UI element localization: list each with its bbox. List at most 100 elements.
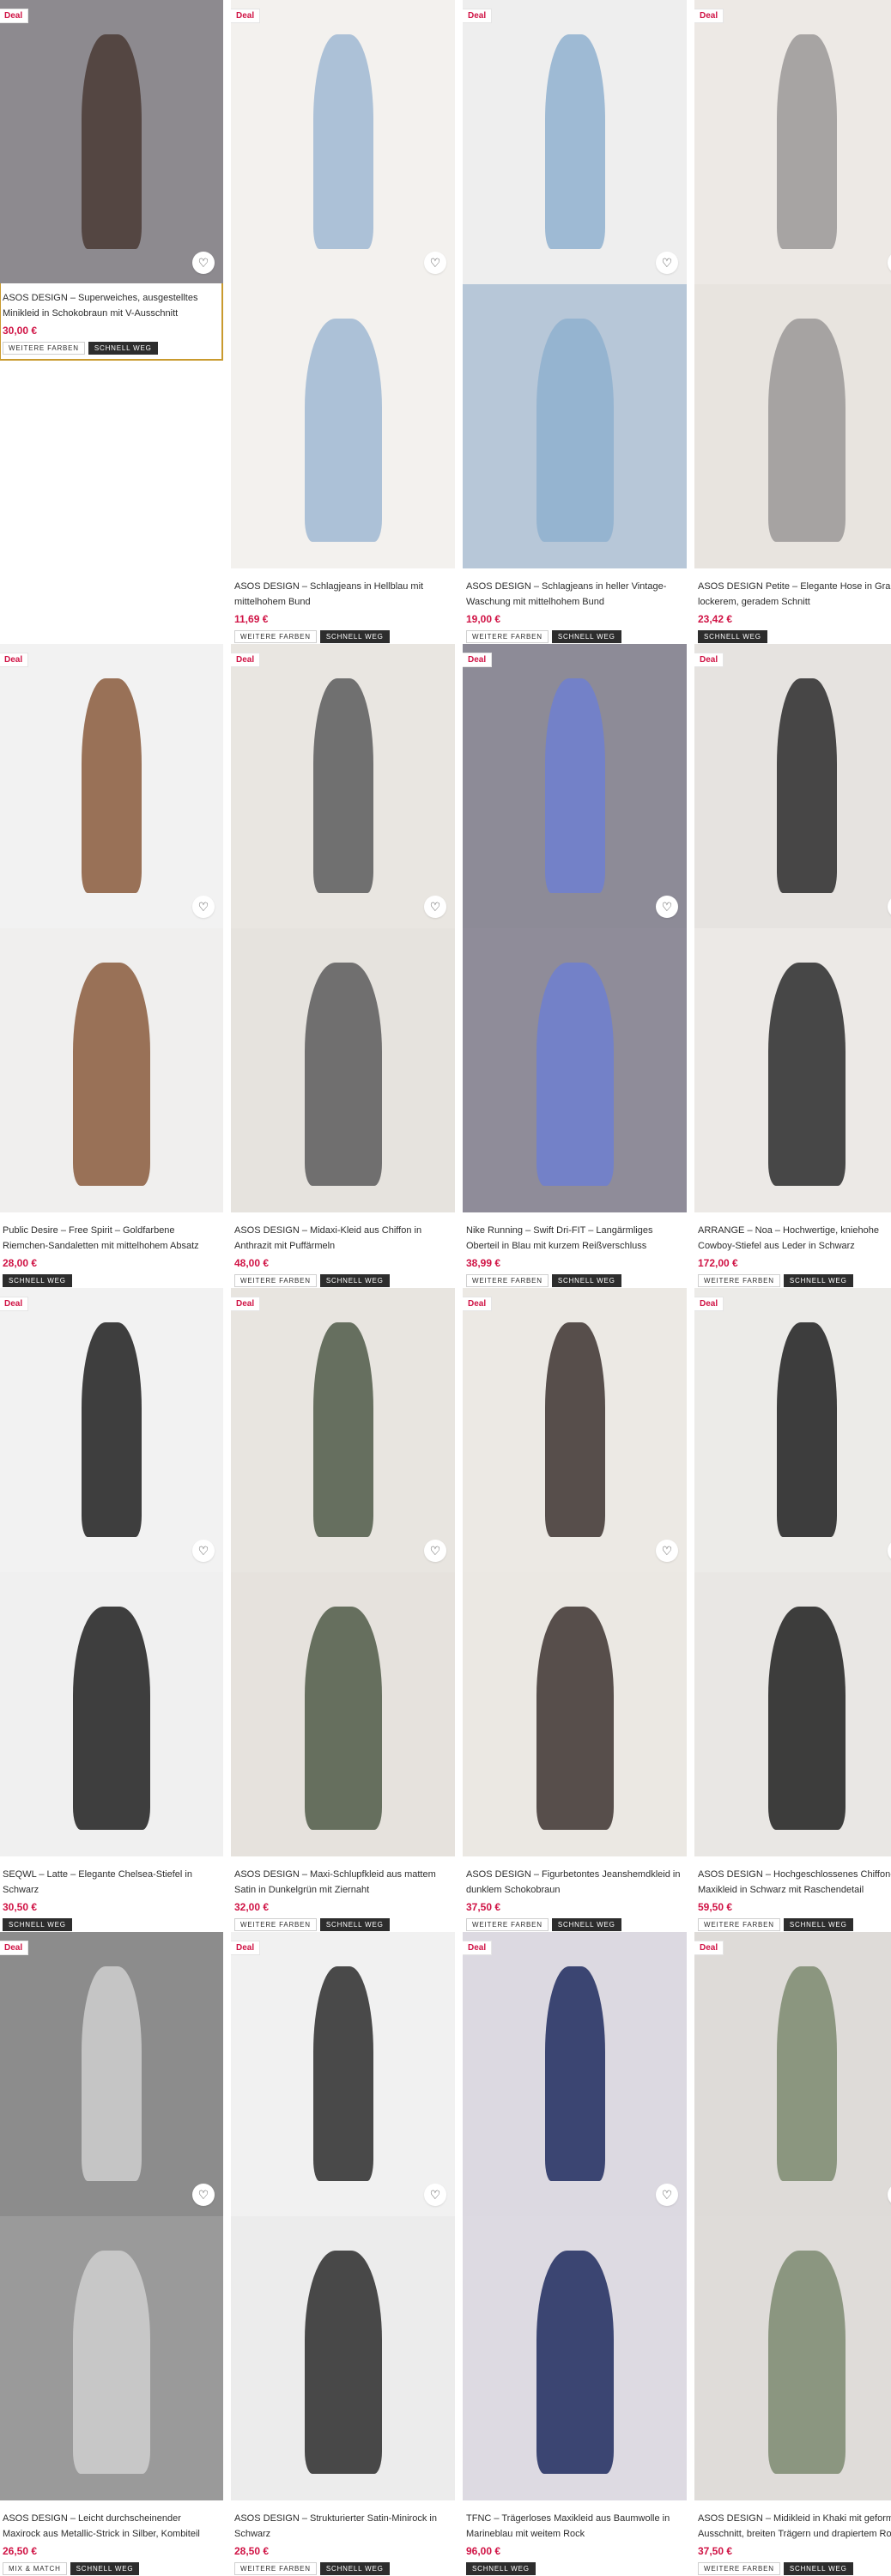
product-card[interactable]: Deal ♡ ASOS DESIGN – Maxi-Schlupfkleid aus… [231,1288,455,1932]
product-image[interactable]: Deal ♡ [0,1932,223,2500]
product-info[interactable]: SEQWL – Latte – Elegante Chelsea-Stiefel… [0,1856,223,1931]
product-image[interactable]: Deal♡ [231,1288,455,1856]
product-image[interactable]: Deal♡ [694,644,891,1212]
product-info[interactable]: ASOS DESIGN – Midikleid in Khaki mit gef… [694,2500,891,2575]
product-name[interactable]: ASOS DESIGN – Superweiches, ausgestellte… [3,290,220,321]
product-card[interactable]: Deal ♡ ASOS DESIGN – Leicht durchscheinend… [0,1932,223,2576]
product-card[interactable]: Deal ♡ ASOS DESIGN – Midaxi-Kleid aus Chif… [231,644,455,1288]
heart-icon[interactable]: ♡ [656,1540,678,1562]
product-price: 96,00 € [466,2545,501,2557]
product-name[interactable]: ASOS DESIGN Petite – Elegante Hose in Gr… [698,579,891,610]
product-image[interactable]: Deal ♡ [463,644,687,1212]
product-image[interactable]: Deal♡ [694,1288,891,1856]
product-info[interactable]: ASOS DESIGN Petite – Elegante Hose in Gr… [694,568,891,643]
product-card[interactable]: Deal ♡ Nike Running – Swift Dri-FIT – Lang… [463,644,687,1288]
product-card[interactable]: Deal♡ ARRANGE – Noa – Hochwertige, knieho… [694,644,891,1288]
heart-icon[interactable]: ♡ [656,252,678,274]
product-card[interactable]: Deal ♡ ASOS DESIGN – Superweiches, ausgest… [0,0,223,361]
heart-icon[interactable]: ♡ [192,2184,215,2206]
product-photo-back [463,1572,687,1856]
product-price: 23,42 € [698,613,733,625]
product-card[interactable]: Deal♡ ASOS DESIGN – Hochgeschlossenes Chi… [694,1288,891,1932]
heart-icon[interactable]: ♡ [424,252,446,274]
product-image[interactable]: Deal ♡ [463,0,687,568]
product-price: 172,00 € [698,1257,738,1269]
product-name[interactable]: ASOS DESIGN – Schlagjeans in Hellblau mi… [234,579,452,610]
product-info[interactable]: ASOS DESIGN – Maxi-Schlupfkleid aus matt… [231,1856,455,1931]
product-info[interactable]: Public Desire – Free Spirit – Goldfarben… [0,1212,223,1287]
product-name[interactable]: ASOS DESIGN – Midikleid in Khaki mit gef… [698,2511,891,2542]
product-info[interactable]: ASOS DESIGN – Hochgeschlossenes Chiffon-… [694,1856,891,1931]
product-name[interactable]: ASOS DESIGN – Maxi-Schlupfkleid aus matt… [234,1867,452,1898]
deal-badge: Deal [0,1941,29,1955]
product-photo-front [694,0,891,284]
product-image[interactable]: Deal♡ [694,0,891,568]
product-info[interactable]: ASOS DESIGN – Leicht durchscheinender Ma… [0,2500,223,2575]
more-colors-badge: Weitere Farben [466,630,549,643]
product-image[interactable]: Deal♡ [694,1932,891,2500]
heart-icon[interactable]: ♡ [192,252,215,274]
product-image[interactable]: Deal♡ [463,1932,687,2500]
heart-icon[interactable]: ♡ [424,896,446,918]
product-name[interactable]: ARRANGE – Noa – Hochwertige, kniehohe Co… [698,1223,891,1254]
product-image[interactable]: Deal♡ [231,0,455,568]
product-info[interactable]: ASOS DESIGN – Midaxi-Kleid aus Chiffon i… [231,1212,455,1287]
product-name[interactable]: Nike Running – Swift Dri-FIT – Langärmli… [466,1223,683,1254]
selling-fast-badge: Schnell weg [783,2562,853,2575]
product-info[interactable]: ASOS DESIGN – Schlagjeans in heller Vint… [463,568,687,643]
product-card[interactable]: Deal ♡ ASOS DESIGN – Schlagjeans in Hellbl… [231,0,455,644]
product-image[interactable]: Deal♡ [463,1288,687,1856]
product-photo-front [463,0,687,284]
product-name[interactable]: SEQWL – Latte – Elegante Chelsea-Stiefel… [3,1867,220,1898]
heart-icon[interactable]: ♡ [656,896,678,918]
product-photo-back [463,2216,687,2500]
product-card[interactable]: Deal♡ ASOS DESIGN Petite – Elegante Hose … [694,0,891,644]
deal-badge: Deal [463,653,493,667]
model-silhouette [72,2251,150,2474]
product-card[interactable]: Deal ♡ ASOS DESIGN – Figurbetontes Jeanshe… [463,1288,687,1932]
product-info[interactable]: Nike Running – Swift Dri-FIT – Langärmli… [463,1212,687,1287]
heart-icon[interactable]: ♡ [192,896,215,918]
product-name[interactable]: ASOS DESIGN – Strukturierter Satin-Minir… [234,2511,452,2542]
deal-badge: Deal [463,9,493,23]
product-image[interactable]: Deal♡ [0,1288,223,1856]
model-silhouette [304,2251,382,2474]
product-info[interactable]: ASOS DESIGN – Figurbetontes Jeanshemdkle… [463,1856,687,1931]
product-name[interactable]: TFNC – Trägerloses Maxikleid aus Baumwol… [466,2511,683,2542]
product-grid: Deal ♡ ASOS DESIGN – Superweiches, ausgest… [0,0,891,2576]
heart-icon[interactable]: ♡ [192,1540,215,1562]
product-photo-back [0,928,223,1212]
selling-fast-badge: Schnell weg [466,2562,536,2575]
product-image[interactable]: Deal♡ [231,1932,455,2500]
product-info[interactable]: TFNC – Trägerloses Maxikleid aus Baumwol… [463,2500,687,2575]
product-name[interactable]: ASOS DESIGN – Schlagjeans in heller Vint… [466,579,683,610]
product-name[interactable]: Public Desire – Free Spirit – Goldfarben… [3,1223,220,1254]
product-image[interactable]: Deal♡ [0,0,223,283]
product-card[interactable]: Deal ♡ ASOS DESIGN – Strukturierter Satin-… [231,1932,455,2576]
selling-fast-badge: Schnell weg [783,1274,853,1287]
product-card[interactable]: Deal ♡ TFNC – Trägerloses Maxikleid aus Ba… [463,1932,687,2576]
product-card[interactable]: Deal ♡ ASOS DESIGN – Schlagjeans in heller… [463,0,687,644]
product-photo-front [231,1932,455,2216]
heart-icon[interactable]: ♡ [656,2184,678,2206]
product-photo-front [463,1932,687,2216]
product-photo-front [0,0,223,283]
product-name[interactable]: ASOS DESIGN – Midaxi-Kleid aus Chiffon i… [234,1223,452,1254]
product-card[interactable]: Deal♡ ASOS DESIGN – Midikleid in Khaki mi… [694,1932,891,2576]
product-name[interactable]: ASOS DESIGN – Hochgeschlossenes Chiffon-… [698,1867,891,1898]
product-info[interactable]: ASOS DESIGN – Strukturierter Satin-Minir… [231,2500,455,2575]
product-card[interactable]: Deal ♡ Public Desire – Free Spirit – Goldf… [0,644,223,1288]
product-info[interactable]: ASOS DESIGN – Schlagjeans in Hellblau mi… [231,568,455,643]
product-info[interactable]: ASOS DESIGN – Superweiches, ausgestellte… [0,283,223,355]
product-info[interactable]: ARRANGE – Noa – Hochwertige, kniehohe Co… [694,1212,891,1287]
product-photo-front [694,644,891,928]
heart-icon[interactable]: ♡ [424,2184,446,2206]
product-image[interactable]: Deal♡ [0,644,223,1212]
selling-fast-badge: Schnell weg [551,1918,621,1931]
product-image[interactable]: Deal♡ [231,644,455,1212]
model-silhouette [81,678,142,893]
product-name[interactable]: ASOS DESIGN – Figurbetontes Jeanshemdkle… [466,1867,683,1898]
heart-icon[interactable]: ♡ [424,1540,446,1562]
product-card[interactable]: Deal ♡ SEQWL – Latte – Elegante Chelsea-St… [0,1288,223,1932]
product-name[interactable]: ASOS DESIGN – Leicht durchscheinender Ma… [3,2511,220,2542]
